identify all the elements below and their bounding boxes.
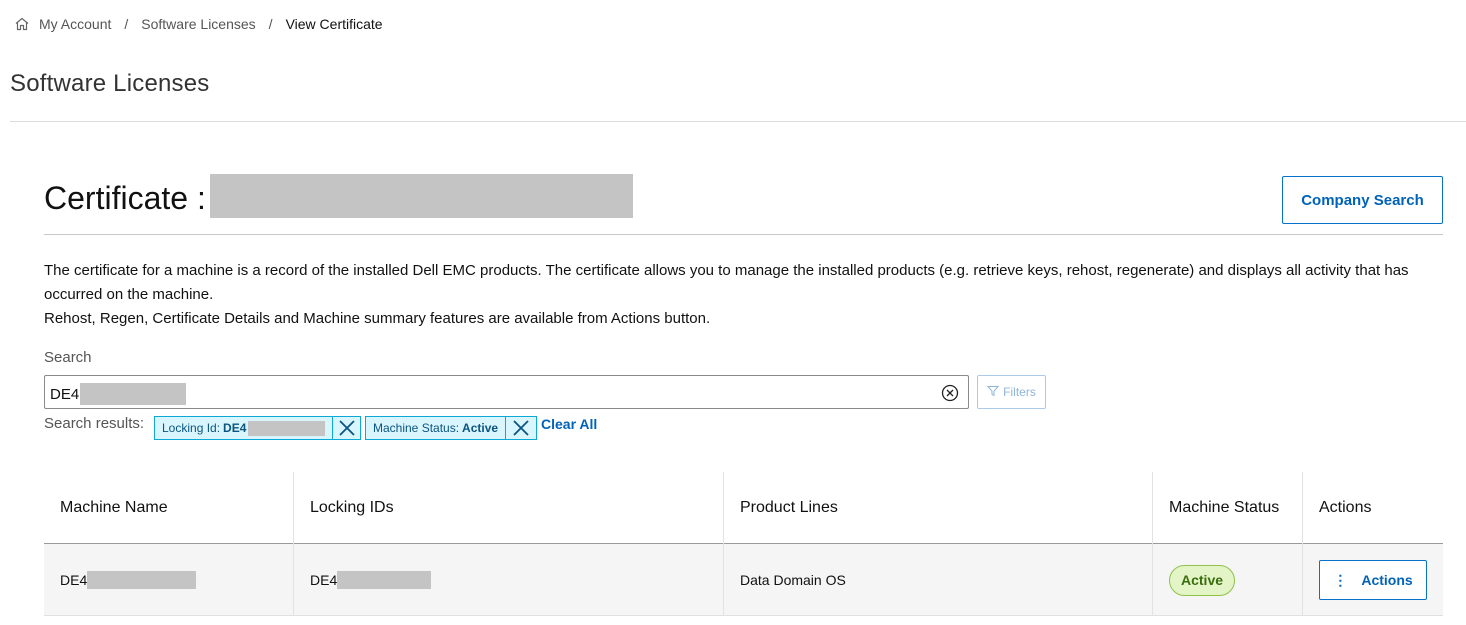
column-header-actions: Actions <box>1319 499 1372 516</box>
close-icon[interactable] <box>332 417 360 439</box>
filters-button[interactable]: Filters <box>977 375 1046 409</box>
divider <box>44 234 1443 235</box>
close-icon[interactable] <box>505 417 535 439</box>
locking-id-text: DE4 <box>310 572 338 588</box>
page-title: Software Licenses <box>10 70 210 97</box>
cell-actions: ⋮ Actions <box>1303 544 1443 616</box>
chip-key: Locking Id: <box>162 421 221 435</box>
cell-machine-status: Active <box>1153 544 1303 616</box>
description-line-1: The certificate for a machine is a recor… <box>44 262 1409 303</box>
divider <box>10 121 1466 122</box>
chip-value: DE4 <box>223 421 247 435</box>
column-header-machine-name[interactable]: Machine Name <box>44 472 294 544</box>
filters-label: Filters <box>1003 385 1036 399</box>
redacted-machine-name <box>87 571 197 589</box>
search-value: DE4 <box>50 383 187 405</box>
search-label: Search <box>44 349 92 366</box>
redacted-certificate-id <box>210 174 633 218</box>
machines-table: Machine Name Locking IDs Product Lines M… <box>44 472 1443 616</box>
actions-label: Actions <box>1361 572 1413 588</box>
clear-all-link[interactable]: Clear All <box>541 416 597 432</box>
redacted-locking-id <box>337 571 432 589</box>
actions-button[interactable]: ⋮ Actions <box>1319 560 1427 600</box>
breadcrumb-separator: / <box>124 16 129 32</box>
kebab-icon: ⋮ <box>1333 572 1348 588</box>
cell-machine-name: DE4 <box>44 544 294 616</box>
circle-x-icon[interactable] <box>940 383 960 403</box>
breadcrumb-my-account[interactable]: My Account <box>39 16 111 32</box>
home-icon[interactable] <box>14 16 30 32</box>
search-results-label: Search results: <box>44 415 145 432</box>
breadcrumb: My Account / Software Licenses / View Ce… <box>14 14 383 34</box>
chip-value: Active <box>462 421 499 435</box>
column-header-locking-ids[interactable]: Locking IDs <box>294 472 724 544</box>
chip-label: Machine Status: Active <box>366 417 505 439</box>
machine-name-text: DE4 <box>60 572 88 588</box>
search-input[interactable]: DE4 <box>44 375 969 409</box>
redacted-chip-value <box>248 420 326 436</box>
breadcrumb-separator: / <box>268 16 273 32</box>
description-line-2: Rehost, Regen, Certificate Details and M… <box>44 310 711 327</box>
chip-label: Locking Id: DE4 <box>155 417 332 439</box>
certificate-label: Certificate : <box>44 180 206 216</box>
breadcrumb-software-licenses[interactable]: Software Licenses <box>141 16 255 32</box>
filter-chip-machine-status: Machine Status: Active <box>365 416 537 440</box>
breadcrumb-current: View Certificate <box>285 16 383 32</box>
column-header-product-lines[interactable]: Product Lines <box>724 472 1153 544</box>
certificate-description: The certificate for a machine is a recor… <box>44 259 1434 331</box>
cell-product-lines: Data Domain OS <box>724 544 1153 616</box>
funnel-icon <box>987 385 1000 400</box>
column-header-machine-status[interactable]: Machine Status <box>1153 472 1303 544</box>
chip-key: Machine Status: <box>373 421 460 435</box>
table-row: DE4 DE4 Data Domain OS Active ⋮ Actions <box>44 544 1443 616</box>
filter-chip-locking-id: Locking Id: DE4 <box>154 416 361 440</box>
cell-locking-id: DE4 <box>294 544 724 616</box>
search-value-text: DE4 <box>50 385 80 403</box>
redacted-search-value <box>80 383 187 405</box>
status-badge: Active <box>1169 564 1236 596</box>
table-header: Machine Name Locking IDs Product Lines M… <box>44 472 1443 544</box>
certificate-title: Certificate : <box>44 180 206 217</box>
company-search-button[interactable]: Company Search <box>1282 176 1443 224</box>
